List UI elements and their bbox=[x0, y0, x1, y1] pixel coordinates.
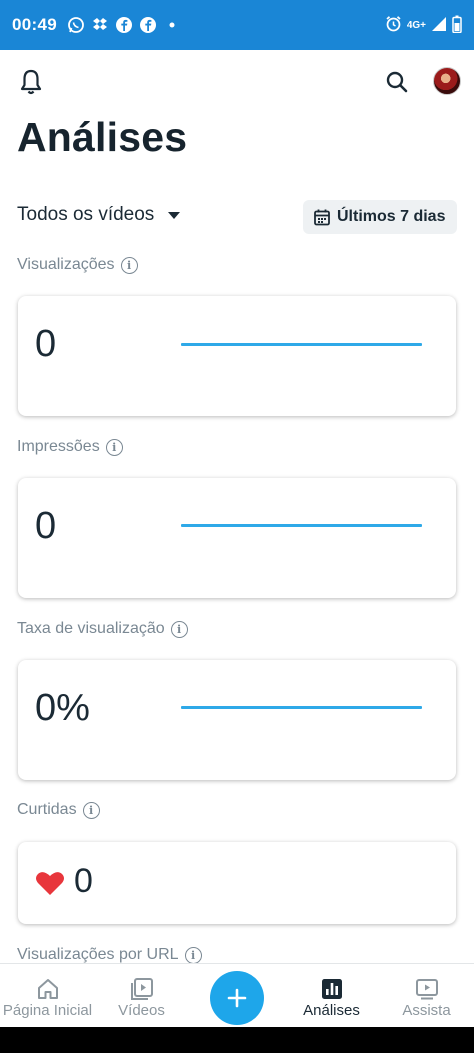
whatsapp-icon bbox=[67, 16, 85, 34]
nav-analytics-label: Análises bbox=[303, 1002, 360, 1019]
impressions-sparkline bbox=[181, 524, 422, 527]
likes-card[interactable]: 0 bbox=[18, 842, 456, 924]
nav-watch[interactable]: Assista bbox=[379, 964, 474, 1028]
impressions-label: Impressões bbox=[17, 438, 100, 455]
info-icon[interactable]: i bbox=[82, 801, 100, 819]
impressions-section-label: Impressões i bbox=[17, 438, 123, 456]
view-rate-value: 0% bbox=[35, 687, 90, 729]
facebook-icon bbox=[139, 16, 157, 34]
view-rate-section-label: Taxa de visualização i bbox=[17, 620, 188, 638]
nav-home[interactable]: Página Inicial bbox=[0, 964, 95, 1028]
views-by-url-section-label: Visualizações por URL i bbox=[17, 946, 202, 964]
signal-icon bbox=[431, 16, 447, 35]
status-right: 4G+ bbox=[385, 15, 462, 36]
analytics-icon bbox=[321, 976, 343, 1002]
impressions-value: 0 bbox=[35, 505, 57, 547]
heart-icon bbox=[36, 872, 64, 895]
nav-watch-label: Assista bbox=[402, 1002, 451, 1019]
info-icon[interactable]: i bbox=[170, 620, 188, 638]
add-video-button[interactable] bbox=[210, 971, 264, 1025]
views-by-url-label: Visualizações por URL bbox=[17, 946, 179, 963]
bottom-nav: Página Inicial Vídeos Análises Assista bbox=[0, 963, 474, 1027]
facebook-icon bbox=[115, 16, 133, 34]
calendar-icon bbox=[314, 209, 330, 226]
home-icon bbox=[36, 976, 60, 1002]
likes-section-label: Curtidas i bbox=[17, 801, 100, 819]
nav-videos[interactable]: Vídeos bbox=[94, 964, 189, 1028]
avatar[interactable] bbox=[433, 67, 461, 95]
views-sparkline bbox=[181, 343, 422, 346]
nav-home-label: Página Inicial bbox=[2, 1002, 93, 1019]
status-bar: 00:49 4G+ bbox=[0, 0, 474, 50]
view-rate-sparkline bbox=[181, 706, 422, 709]
info-icon[interactable]: i bbox=[184, 946, 202, 964]
likes-label: Curtidas bbox=[17, 801, 77, 818]
alarm-icon bbox=[385, 15, 402, 35]
date-range-label: Últimos 7 dias bbox=[337, 208, 446, 225]
dot-icon bbox=[163, 16, 181, 34]
dropbox-icon bbox=[91, 16, 109, 34]
impressions-card[interactable]: 0 bbox=[18, 478, 456, 598]
battery-icon bbox=[452, 15, 462, 36]
likes-value: 0 bbox=[74, 862, 93, 900]
video-library-icon bbox=[130, 976, 154, 1002]
plus-icon bbox=[227, 988, 247, 1008]
view-rate-card[interactable]: 0% bbox=[18, 660, 456, 780]
caret-down-icon bbox=[168, 211, 181, 219]
view-rate-label: Taxa de visualização bbox=[17, 620, 165, 637]
views-label: Visualizações bbox=[17, 256, 115, 273]
info-icon[interactable]: i bbox=[120, 256, 138, 274]
search-icon[interactable] bbox=[384, 68, 410, 96]
nav-videos-label: Vídeos bbox=[118, 1002, 165, 1019]
system-navigation-bar bbox=[0, 1027, 474, 1053]
network-label: 4G+ bbox=[406, 19, 426, 31]
top-bar bbox=[0, 60, 474, 104]
date-range-button[interactable]: Últimos 7 dias bbox=[303, 200, 457, 234]
page-title: Análises bbox=[17, 114, 188, 160]
views-card[interactable]: 0 bbox=[18, 296, 456, 416]
bell-icon[interactable] bbox=[18, 68, 44, 96]
video-filter-dropdown[interactable]: Todos os vídeos bbox=[17, 204, 181, 226]
status-time: 00:49 bbox=[12, 15, 57, 34]
nav-analytics[interactable]: Análises bbox=[284, 964, 379, 1028]
views-value: 0 bbox=[35, 323, 57, 365]
video-filter-label: Todos os vídeos bbox=[17, 204, 155, 225]
play-screen-icon bbox=[415, 976, 439, 1002]
views-section-label: Visualizações i bbox=[17, 256, 138, 274]
info-icon[interactable]: i bbox=[105, 438, 123, 456]
